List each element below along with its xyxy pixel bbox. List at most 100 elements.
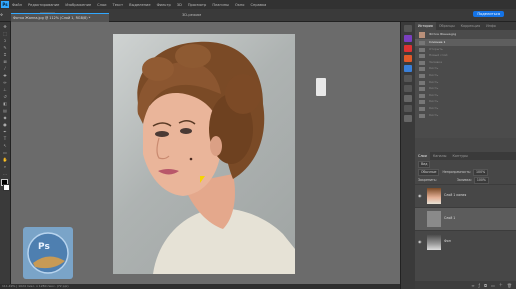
new-group-icon[interactable]: ▭ xyxy=(491,283,495,288)
color-icon[interactable] xyxy=(404,65,412,72)
crop-tool-icon[interactable]: ⌗ xyxy=(2,52,8,57)
history-item[interactable]: Кисть xyxy=(415,85,516,92)
opacity-field[interactable]: 100% xyxy=(473,168,489,176)
tab-swatches[interactable]: Образцы xyxy=(436,24,458,28)
libraries-icon[interactable] xyxy=(404,35,412,42)
shape-tool-icon[interactable]: ▭ xyxy=(2,150,8,155)
tools-panel: ✥ ⬚ ↄ ✎ ⌗ ⊠ ⁄ ✚ ✏ ⊥ ↺ ◧ ▤ ◆ ● ✒ T ↖ ▭ ✋ … xyxy=(0,22,11,284)
canvas-area[interactable]: Ps xyxy=(11,22,400,284)
history-item[interactable]: Слияние 1 xyxy=(415,39,516,46)
blend-mode-dropdown[interactable]: Обычные xyxy=(418,168,440,176)
history-item[interactable]: Новый слой xyxy=(415,52,516,59)
delete-layer-icon[interactable]: 🗑 xyxy=(507,283,512,288)
eraser-tool-icon[interactable]: ◧ xyxy=(2,101,8,106)
pen-tool-icon[interactable]: ✒ xyxy=(2,129,8,134)
link-layers-icon[interactable]: ∞ xyxy=(471,283,474,288)
path-select-icon[interactable]: ↖ xyxy=(2,143,8,148)
document-tab[interactable]: Фотка Жанна.jpg @ 112% (Слой 1, RGB/8) * xyxy=(11,13,109,22)
tab-channels[interactable]: Каналы xyxy=(430,154,450,158)
quick-select-tool-icon[interactable]: ✎ xyxy=(2,45,8,50)
document-image[interactable] xyxy=(113,34,295,274)
menu-plugins[interactable]: Плагины xyxy=(212,3,229,7)
background-color-swatch[interactable] xyxy=(3,184,10,191)
fill-label: Заливка: xyxy=(456,178,472,182)
layer-row[interactable]: ◉ Слой 1 копия xyxy=(415,184,516,207)
properties-icon[interactable] xyxy=(404,105,412,112)
history-item[interactable]: Кисть xyxy=(415,105,516,112)
zoom-tool-icon[interactable]: ⌕ xyxy=(2,164,8,169)
blur-tool-icon[interactable]: ◆ xyxy=(2,115,8,120)
menu-filter[interactable]: Фильтр xyxy=(157,3,171,7)
tab-corrections[interactable]: Коррекция xyxy=(458,24,483,28)
tab-info[interactable]: Инфо xyxy=(483,24,499,28)
hand-tool-icon[interactable]: ✋ xyxy=(2,157,8,162)
menu-type[interactable]: Текст xyxy=(113,3,124,7)
history-snapshot[interactable]: Фотка Жанна.jpg xyxy=(415,30,516,39)
healing-brush-icon[interactable]: ✚ xyxy=(2,73,8,78)
more-tools-icon[interactable]: … xyxy=(2,171,8,176)
history-brush-icon[interactable]: ↺ xyxy=(2,94,8,99)
fill-field[interactable]: 100% xyxy=(473,176,489,184)
history-item[interactable]: Кисть xyxy=(415,98,516,105)
new-layer-icon[interactable]: ＋ xyxy=(499,282,503,288)
history-item-icon xyxy=(419,80,425,85)
layer-row[interactable]: Слой 1 xyxy=(415,207,516,230)
menu-window[interactable]: Окно xyxy=(235,3,245,7)
menu-3d[interactable]: 3D xyxy=(177,3,182,7)
clone-stamp-icon[interactable]: ⊥ xyxy=(2,87,8,92)
history-item[interactable]: Кисть xyxy=(415,72,516,79)
history-item[interactable]: Открыть xyxy=(415,46,516,53)
floating-widget[interactable] xyxy=(316,78,326,96)
lasso-tool-icon[interactable]: ↄ xyxy=(2,38,8,43)
eye-hidden-icon[interactable] xyxy=(418,216,423,221)
marquee-tool-icon[interactable]: ⬚ xyxy=(2,31,8,36)
adjustments-icon[interactable] xyxy=(404,45,412,52)
menu-layers[interactable]: Слои xyxy=(97,3,106,7)
share-button[interactable]: Поделиться xyxy=(473,11,504,17)
frame-tool-icon[interactable]: ⊠ xyxy=(2,59,8,64)
eye-icon[interactable]: ◉ xyxy=(418,239,423,244)
history-item-label: Слияние 1 xyxy=(429,40,446,44)
history-item-label: Кисть xyxy=(429,92,439,97)
tab-paths[interactable]: Контуры xyxy=(449,154,471,158)
channels-icon[interactable] xyxy=(404,115,412,122)
history-item-icon xyxy=(419,73,425,78)
layer-row[interactable]: ◉ Фон xyxy=(415,230,516,253)
dodge-tool-icon[interactable]: ● xyxy=(2,122,8,127)
brush-tool-icon[interactable]: ✏ xyxy=(2,80,8,85)
styles-icon[interactable] xyxy=(404,55,412,62)
photoshop-logo-icon[interactable]: Ps xyxy=(1,1,9,8)
history-panel-icon[interactable] xyxy=(404,25,412,32)
layer-thumbnail xyxy=(427,188,441,204)
gradient-tool-icon[interactable]: ▤ xyxy=(2,108,8,113)
mask-icon[interactable]: ◘ xyxy=(484,283,487,288)
menu-help[interactable]: Справка xyxy=(251,3,267,7)
history-item[interactable]: Заливка xyxy=(415,59,516,66)
menu-file[interactable]: Файл xyxy=(12,3,22,7)
menu-view[interactable]: Просмотр xyxy=(188,3,206,7)
history-item[interactable]: Кисть xyxy=(415,79,516,86)
history-item[interactable]: Кисть xyxy=(415,112,516,119)
paragraph-icon[interactable] xyxy=(404,85,412,92)
tab-history[interactable]: История xyxy=(415,22,436,30)
swatches-icon[interactable] xyxy=(404,75,412,82)
menu-select[interactable]: Выделение xyxy=(129,3,150,7)
tab-layers[interactable]: Слои xyxy=(415,152,430,160)
eye-icon[interactable]: ◉ xyxy=(418,193,423,198)
lock-label: Закрепить: xyxy=(418,178,437,182)
opacity-label: Непрозрачность: xyxy=(442,170,472,174)
layer-name: Слой 1 xyxy=(444,216,456,220)
layer-name: Фон xyxy=(444,239,451,243)
menu-edit[interactable]: Редактирование xyxy=(28,3,59,7)
brush-settings-icon[interactable] xyxy=(404,95,412,102)
move-tool-icon[interactable]: ✥ xyxy=(2,24,8,29)
history-item[interactable]: Кисть xyxy=(415,92,516,99)
type-tool-icon[interactable]: T xyxy=(2,136,8,141)
history-item[interactable]: Кисть xyxy=(415,65,516,72)
layers-panel: Слои Каналы Контуры Вид Обычные Непрозра… xyxy=(415,152,516,289)
fx-icon[interactable]: ƒ xyxy=(479,283,480,288)
eyedropper-tool-icon[interactable]: ⁄ xyxy=(2,66,8,71)
layer-filter-dropdown[interactable]: Вид xyxy=(418,160,431,168)
menu-image[interactable]: Изображение xyxy=(65,3,91,7)
right-panel: История Образцы Коррекция Инфо Фотка Жан… xyxy=(415,22,516,289)
